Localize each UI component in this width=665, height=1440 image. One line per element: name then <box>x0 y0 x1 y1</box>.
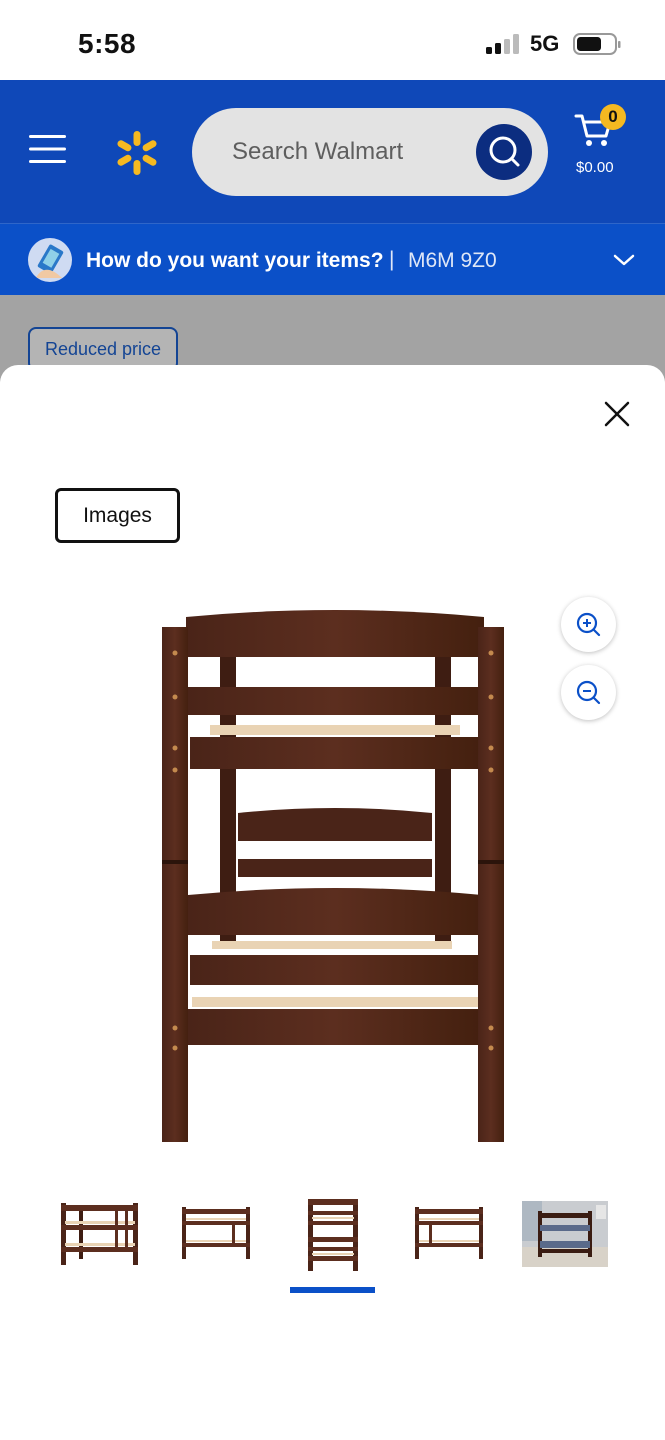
product-image[interactable] <box>150 605 520 1150</box>
search-icon <box>489 136 520 167</box>
status-bar: 5:58 5G <box>0 0 665 80</box>
tab-images[interactable]: Images <box>55 488 180 543</box>
zoom-in-button[interactable] <box>561 597 616 652</box>
image-viewer-sheet: Images <box>0 365 665 1440</box>
fulfillment-bar[interactable]: How do you want your items? | M6M 9Z0 <box>0 223 665 295</box>
chevron-down-icon[interactable] <box>612 252 636 268</box>
cart-button[interactable]: 0 $0.00 <box>572 102 652 182</box>
status-time: 5:58 <box>78 28 137 59</box>
thumbnail-strip <box>0 1195 665 1305</box>
fulfillment-separator: | <box>389 248 395 271</box>
app-header: Search Walmart 0 $0.00 <box>0 80 665 223</box>
zoom-in-icon <box>576 612 601 637</box>
walmart-spark-logo[interactable] <box>112 128 162 178</box>
cart-count-badge: 0 <box>600 104 626 130</box>
thumbnail-3[interactable] <box>288 1195 378 1275</box>
thumbnail-4[interactable] <box>405 1195 495 1275</box>
menu-icon[interactable] <box>28 133 68 165</box>
fulfillment-question: How do you want your items? <box>86 249 384 272</box>
thumbnail-1[interactable] <box>55 1195 145 1275</box>
zoom-out-icon <box>576 680 601 705</box>
zoom-out-button[interactable] <box>561 665 616 720</box>
postal-code: M6M 9Z0 <box>408 249 497 272</box>
search-input[interactable]: Search Walmart <box>192 108 548 196</box>
thumbnail-2[interactable] <box>172 1195 262 1275</box>
cart-total: $0.00 <box>576 159 614 176</box>
search-button[interactable] <box>476 124 532 180</box>
signal-icon <box>486 34 519 54</box>
search-placeholder: Search Walmart <box>232 138 404 165</box>
network-type: 5G <box>530 31 560 56</box>
close-icon[interactable] <box>598 395 636 433</box>
thumbnail-5[interactable] <box>522 1195 612 1275</box>
battery-icon <box>573 33 621 55</box>
active-thumbnail-indicator <box>290 1287 375 1293</box>
delivery-phone-icon <box>28 238 72 282</box>
